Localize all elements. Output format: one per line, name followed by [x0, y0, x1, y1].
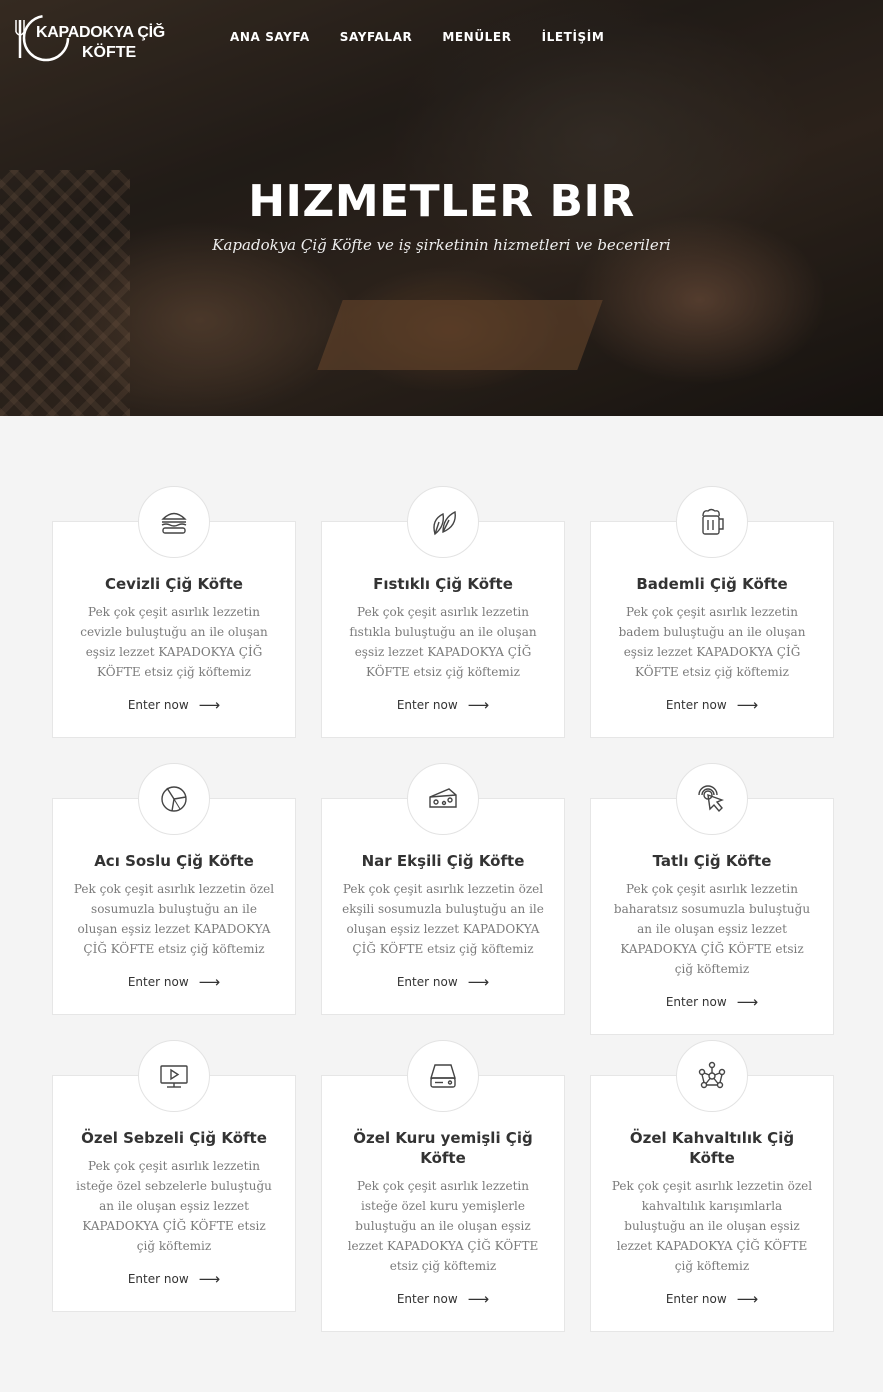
link-label: Enter now [396, 698, 458, 712]
arrow-right-icon: ⟶ [467, 973, 490, 991]
card-description: Pek çok çeşit asırlık lezzetin özel kahv… [611, 1179, 813, 1273]
card-description: Pek çok çeşit asırlık lezzetin cevizle b… [80, 605, 268, 679]
arrow-right-icon: ⟶ [198, 696, 221, 714]
card-description: Pek çok çeşit asırlık lezzetin özel ekşi… [342, 882, 544, 956]
nav-item-sayfalar[interactable]: SAYFALAR [340, 30, 413, 44]
nav-item-ana-sayfa[interactable]: ANA SAYFA [230, 30, 310, 44]
cheese-icon [407, 763, 479, 835]
card-title: Acı Soslu Çiğ Köfte [94, 852, 254, 870]
nav-item-iletisim[interactable]: İLETİŞİM [542, 30, 605, 44]
beer-mug-icon [676, 486, 748, 558]
logo-text-line1: KAPADOKYA ÇİĞ [36, 24, 165, 41]
link-label: Enter now [665, 698, 727, 712]
arrow-right-icon: ⟶ [467, 1290, 490, 1308]
card-title: Tatlı Çiğ Köfte [652, 852, 772, 870]
service-card-body: Özel Kahvaltılık Çiğ Köfte Pek çok çeşit… [590, 1075, 834, 1332]
pizza-icon [138, 763, 210, 835]
main-nav: ANA SAYFA SAYFALAR MENÜLER İLETİŞİM [230, 30, 604, 44]
card-description: Pek çok çeşit asırlık lezzetin özel sosu… [73, 882, 275, 956]
burger-icon [138, 486, 210, 558]
pointer-click-icon [676, 763, 748, 835]
site-logo[interactable]: KAPADOKYA ÇİĞ KÖFTE [12, 12, 172, 64]
link-label: Enter now [127, 975, 189, 989]
card-description: Pek çok çeşit asırlık lezzetin baharatsı… [613, 882, 811, 976]
monitor-play-icon [138, 1040, 210, 1112]
card-title: Özel Kuru yemişli Çiğ Köfte [353, 1129, 533, 1167]
page-subtitle: Kapadokya Çiğ Köfte ve iş şirketinin hiz… [212, 236, 671, 254]
enter-now-link[interactable]: Enter now ⟶ [666, 1290, 758, 1308]
card-title: Fıstıklı Çiğ Köfte [373, 575, 513, 593]
card-title: Bademli Çiğ Köfte [636, 575, 788, 593]
card-title: Nar Ekşili Çiğ Köfte [361, 852, 525, 870]
enter-now-link[interactable]: Enter now ⟶ [397, 973, 489, 991]
hard-drive-icon [407, 1040, 479, 1112]
page-title: HIZMETLER BIR [248, 176, 635, 227]
card-description: Pek çok çeşit asırlık lezzetin isteğe öz… [76, 1159, 272, 1253]
network-nodes-icon [676, 1040, 748, 1112]
logo-text-line2: KÖFTE [82, 44, 137, 61]
arrow-right-icon: ⟶ [198, 973, 221, 991]
arrow-right-icon: ⟶ [467, 696, 490, 714]
link-label: Enter now [665, 1292, 727, 1306]
arrow-right-icon: ⟶ [198, 1270, 221, 1288]
card-title: Özel Sebzeli Çiğ Köfte [81, 1129, 267, 1147]
card-description: Pek çok çeşit asırlık lezzetin badem bul… [618, 605, 806, 679]
link-label: Enter now [396, 1292, 458, 1306]
service-card-body: Özel Kuru yemişli Çiğ Köfte Pek çok çeşi… [321, 1075, 565, 1332]
enter-now-link[interactable]: Enter now ⟶ [397, 1290, 489, 1308]
leaf-icon [407, 486, 479, 558]
card-title: Cevizli Çiğ Köfte [105, 575, 243, 593]
enter-now-link[interactable]: Enter now ⟶ [128, 1270, 220, 1288]
enter-now-link[interactable]: Enter now ⟶ [666, 993, 758, 1011]
link-label: Enter now [127, 698, 189, 712]
card-description: Pek çok çeşit asırlık lezzetin isteğe öz… [347, 1179, 539, 1273]
link-label: Enter now [127, 1272, 189, 1286]
arrow-right-icon: ⟶ [736, 1290, 759, 1308]
link-label: Enter now [665, 995, 727, 1009]
enter-now-link[interactable]: Enter now ⟶ [128, 973, 220, 991]
enter-now-link[interactable]: Enter now ⟶ [666, 696, 758, 714]
card-title: Özel Kahvaltılık Çiğ Köfte [629, 1129, 795, 1167]
card-description: Pek çok çeşit asırlık lezzetin fıstıkla … [349, 605, 537, 679]
link-label: Enter now [396, 975, 458, 989]
enter-now-link[interactable]: Enter now ⟶ [397, 696, 489, 714]
enter-now-link[interactable]: Enter now ⟶ [128, 696, 220, 714]
hero-banner: KAPADOKYA ÇİĞ KÖFTE ANA SAYFA SAYFALAR M… [0, 0, 883, 416]
arrow-right-icon: ⟶ [736, 696, 759, 714]
nav-item-menuler[interactable]: MENÜLER [442, 30, 511, 44]
arrow-right-icon: ⟶ [736, 993, 759, 1011]
